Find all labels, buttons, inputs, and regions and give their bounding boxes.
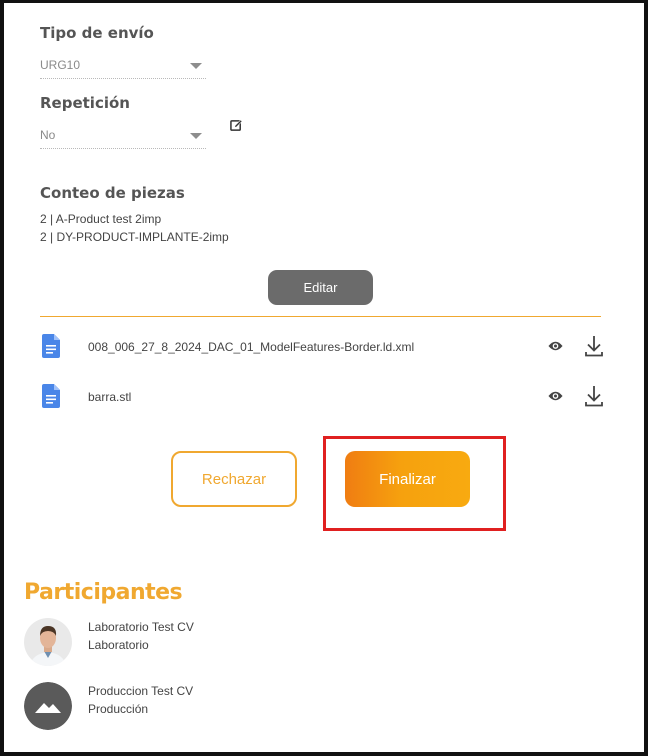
chevron-down-icon — [190, 133, 202, 139]
repetition-label: Repetición — [40, 94, 130, 112]
shipping-type-select[interactable]: URG10 — [40, 55, 206, 79]
participant-name: Produccion Test CV — [88, 684, 194, 698]
eye-icon[interactable] — [548, 390, 563, 402]
repetition-value: No — [40, 128, 56, 142]
divider — [40, 316, 601, 317]
piece-count-label: Conteo de piezas — [40, 184, 185, 202]
reject-button[interactable]: Rechazar — [171, 451, 297, 507]
eye-icon[interactable] — [548, 340, 563, 352]
repetition-select[interactable]: No — [40, 125, 206, 149]
participant-role: Producción — [88, 702, 149, 716]
edit-button[interactable]: Editar — [268, 270, 373, 305]
piece-count-item: 2 | DY-PRODUCT-IMPLANTE-2imp — [40, 230, 229, 244]
file-row: barra.stl — [40, 382, 606, 414]
shipping-type-label: Tipo de envío — [40, 24, 154, 42]
google-doc-icon — [42, 334, 60, 358]
file-name[interactable]: 008_006_27_8_2024_DAC_01_ModelFeatures-B… — [88, 340, 414, 354]
download-icon[interactable] — [585, 385, 603, 407]
file-name[interactable]: barra.stl — [88, 390, 131, 404]
download-icon[interactable] — [585, 335, 603, 357]
participant-name: Laboratorio Test CV — [88, 620, 194, 634]
participants-title: Participantes — [24, 580, 183, 605]
edit-icon[interactable] — [230, 119, 243, 132]
finish-button[interactable]: Finalizar — [345, 451, 470, 507]
chevron-down-icon — [190, 63, 202, 69]
file-row: 008_006_27_8_2024_DAC_01_ModelFeatures-B… — [40, 332, 606, 364]
shipping-type-value: URG10 — [40, 58, 81, 72]
google-doc-icon — [42, 384, 60, 408]
participant-role: Laboratorio — [88, 638, 149, 652]
piece-count-item: 2 | A-Product test 2imp — [40, 212, 162, 226]
placeholder-image-avatar — [24, 682, 72, 730]
photo-avatar — [24, 618, 72, 666]
